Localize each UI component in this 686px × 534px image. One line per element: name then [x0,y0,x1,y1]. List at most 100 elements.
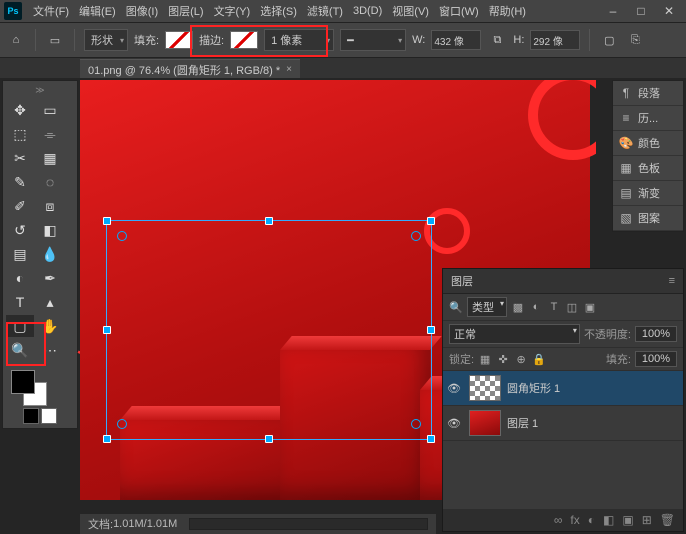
color-swatches[interactable] [5,368,75,406]
type-tool[interactable]: T [6,291,34,313]
mask-icon[interactable]: ◐ [588,513,595,527]
lock-artboard-icon[interactable]: ⊕ [514,352,528,366]
lock-pixels-icon[interactable]: ▦ [478,352,492,366]
lasso-tool[interactable]: ⌯ [36,123,64,145]
shape-preset-icon[interactable]: ▭ [45,30,65,50]
menu-window[interactable]: 窗口(W) [434,3,484,19]
layer-name[interactable]: 圆角矩形 1 [507,380,560,396]
artboard-tool[interactable]: ▭ [36,99,64,121]
zoom-tool[interactable]: 🔍 [6,339,34,361]
fill-swatch[interactable] [165,31,193,49]
marquee-tool[interactable]: ⬚ [6,123,34,145]
blur-tool[interactable]: 💧 [36,243,64,265]
lock-label: 锁定: [449,351,474,367]
menu-image[interactable]: 图像(I) [121,3,163,19]
window-close[interactable]: ✕ [656,2,682,20]
dodge-tool[interactable]: ◐ [6,267,34,289]
pattern-icon: ▧ [619,211,633,225]
filter-smart-icon[interactable]: ▣ [583,300,597,314]
lock-position-icon[interactable]: ✜ [496,352,510,366]
layer-thumbnail[interactable] [469,410,501,436]
width-input[interactable] [431,30,481,50]
menu-file[interactable]: 文件(F) [28,3,74,19]
filter-pixels-icon[interactable]: ▩ [511,300,525,314]
stroke-style-select[interactable]: ━ [340,29,406,51]
menu-help[interactable]: 帮助(H) [484,3,531,19]
link-wh-icon[interactable]: ⧉ [487,30,507,50]
eraser-tool[interactable]: ◧ [36,219,64,241]
panel-history[interactable]: ≡历... [613,106,683,131]
menu-filter[interactable]: 滤镜(T) [302,3,348,19]
path-select-tool[interactable]: ▴ [36,291,64,313]
panel-color[interactable]: 🎨颜色 [613,131,683,156]
visibility-icon[interactable]: 👁 [447,382,463,395]
menu-edit[interactable]: 编辑(E) [74,3,121,19]
layer-thumbnail[interactable] [469,375,501,401]
search-icon[interactable]: 🔍 [449,300,463,314]
screenmode-icon[interactable] [41,408,57,424]
filter-adjust-icon[interactable]: ◐ [529,300,543,314]
menu-3d[interactable]: 3D(D) [348,5,387,17]
stroke-width-select[interactable]: 1 像素 [264,29,334,51]
share-icon[interactable]: ⎘ [625,30,645,50]
panel-menu-icon[interactable]: ≡ [669,275,675,287]
blend-mode-select[interactable]: 正常 [449,324,580,344]
history-brush-tool[interactable]: ↺ [6,219,34,241]
pen-tool[interactable]: ✒ [36,267,64,289]
workspace: ≫ ✥▭ ⬚⌯ ✂▦ ✎◌ ✐⧈ ↺◧ ▤💧 ◐✒ T▴ ▢✋ 🔍⋯ ➘ [0,78,686,534]
brush-tool[interactable]: ✐ [6,195,34,217]
link-layers-icon[interactable]: ∞ [554,513,563,527]
window-minimize[interactable]: ‒ [600,2,626,20]
filter-type-icon[interactable]: T [547,300,561,314]
trash-icon[interactable]: 🗑 [660,513,675,527]
filter-shape-icon[interactable]: ◫ [565,300,579,314]
group-icon[interactable]: ▣ [622,513,633,527]
rounded-rect-tool[interactable]: ▢ [6,315,34,337]
opacity-value[interactable]: 100% [635,326,677,342]
menu-layer[interactable]: 图层(L) [163,3,208,19]
fill-opacity-value[interactable]: 100% [635,351,677,367]
document-tab[interactable]: 01.png @ 76.4% (圆角矩形 1, RGB/8) * × [80,59,300,80]
panel-swatches[interactable]: ▦色板 [613,156,683,181]
menu-type[interactable]: 文字(Y) [209,3,256,19]
hand-tool[interactable]: ✋ [36,315,64,337]
window-maximize[interactable]: □ [628,2,654,20]
fx-icon[interactable]: fx [570,513,579,527]
adjustment-icon[interactable]: ◧ [603,513,614,527]
horizontal-scrollbar[interactable] [189,518,428,530]
gradient-tool[interactable]: ▤ [6,243,34,265]
panel-gradient[interactable]: ▤渐变 [613,181,683,206]
quickmask-icon[interactable] [23,408,39,424]
fill-opacity-label: 填充: [606,351,631,367]
layers-panel-title: 图层 [451,273,473,289]
menu-select[interactable]: 选择(S) [255,3,302,19]
eyedropper-tool[interactable]: ✎ [6,171,34,193]
clone-tool[interactable]: ⧈ [36,195,64,217]
shape-mode-select[interactable]: 形状 [84,29,128,51]
layer-row[interactable]: 👁 图层 1 [443,406,683,441]
align-icon[interactable]: ▢ [599,30,619,50]
frame-tool[interactable]: ▦ [36,147,64,169]
layer-name[interactable]: 图层 1 [507,415,538,431]
close-tab-icon[interactable]: × [286,64,292,75]
crop-tool[interactable]: ✂ [6,147,34,169]
new-layer-icon[interactable]: ⊞ [642,513,652,527]
layers-panel: 图层 ≡ 🔍 类型 ▩ ◐ T ◫ ▣ 正常 不透明度: 100% 锁定: ▦ … [442,268,684,532]
width-label: W: [412,34,425,46]
layers-panel-header[interactable]: 图层 ≡ [443,269,683,294]
stroke-swatch[interactable] [230,31,258,49]
toolbox-grip[interactable]: ≫ [34,85,46,96]
more-tools[interactable]: ⋯ [36,339,64,361]
menu-view[interactable]: 视图(V) [387,3,434,19]
layer-row[interactable]: 👁 圆角矩形 1 [443,371,683,406]
height-input[interactable] [530,30,580,50]
visibility-icon[interactable]: 👁 [447,417,463,430]
foreground-color[interactable] [11,370,35,394]
lock-all-icon[interactable]: 🔒 [532,352,546,366]
panel-paragraph[interactable]: ¶段落 [613,81,683,106]
home-icon[interactable]: ⌂ [6,30,26,50]
patch-tool[interactable]: ◌ [36,171,64,193]
layer-filter-select[interactable]: 类型 [467,297,507,317]
panel-pattern[interactable]: ▧图案 [613,206,683,231]
move-tool[interactable]: ✥ [6,99,34,121]
